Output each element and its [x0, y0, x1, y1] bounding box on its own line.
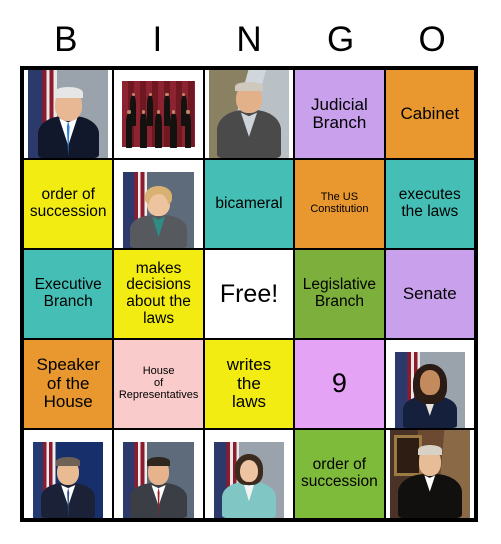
header-letter-g: G	[326, 20, 355, 59]
bingo-cell-text[interactable]: Cabinet	[384, 69, 475, 159]
header-letter-b: B	[54, 20, 78, 59]
photo-kamala-harris[interactable]	[384, 339, 475, 429]
photo-chief-justice-art	[385, 430, 474, 518]
bingo-cell-label: writes the laws	[226, 355, 272, 412]
photo-mike-johnson[interactable]	[113, 429, 204, 519]
bingo-cell-text[interactable]: Executive Branch	[23, 249, 114, 339]
bingo-cell-label: Speaker of the House	[36, 355, 100, 412]
photo-chuck-schumer-art	[204, 70, 294, 158]
bingo-cell-text[interactable]: executes the laws	[384, 159, 475, 249]
photo-mike-johnson-art	[114, 430, 203, 518]
bingo-cell-label: Free!	[219, 279, 279, 308]
photo-joe-biden-art	[24, 70, 113, 158]
bingo-header: B I N G O	[20, 18, 478, 62]
bingo-cell-text[interactable]: 9	[294, 339, 385, 429]
photo-antony-blinken-art	[24, 430, 113, 518]
bingo-grid: Judicial Branch Cabinet order of successio…	[20, 66, 478, 522]
photo-kamala-harris-art	[385, 340, 474, 428]
bingo-cell-text[interactable]: writes the laws	[203, 339, 295, 429]
bingo-card: B I N G O Judicial Branch Cabinet order …	[0, 0, 501, 544]
bingo-cell-text[interactable]: makes decisions about the laws	[113, 249, 204, 339]
bingo-cell-label: Legislative Branch	[302, 276, 377, 310]
bingo-cell-label: Cabinet	[400, 103, 460, 123]
bingo-cell-label: Senate	[402, 283, 457, 303]
bingo-cell-label: Executive Branch	[34, 276, 102, 310]
photo-chuck-schumer[interactable]	[203, 69, 295, 159]
bingo-cell-text[interactable]: Judicial Branch	[294, 69, 385, 159]
photo-gina-raimondo-art	[204, 430, 294, 518]
bingo-cell-label: makes decisions about the laws	[126, 259, 191, 327]
bingo-cell-label: Judicial Branch	[311, 94, 368, 132]
photo-gina-raimondo[interactable]	[203, 429, 295, 519]
photo-chief-justice[interactable]	[384, 429, 475, 519]
header-letter-n: N	[236, 20, 262, 59]
bingo-cell-text[interactable]: order of succession	[23, 159, 114, 249]
bingo-cell-label: executes the laws	[398, 186, 461, 220]
photo-antony-blinken[interactable]	[23, 429, 114, 519]
bingo-cell-text[interactable]: Senate	[384, 249, 475, 339]
bingo-cell-text[interactable]: Free!	[203, 249, 295, 339]
bingo-cell-label: 9	[331, 368, 347, 399]
photo-patty-murray-art	[114, 160, 203, 248]
photo-joe-biden[interactable]	[23, 69, 114, 159]
bingo-cell-text[interactable]: Legislative Branch	[294, 249, 385, 339]
photo-supreme-court[interactable]	[113, 69, 204, 159]
header-letter-o: O	[418, 20, 446, 59]
bingo-cell-text[interactable]: Speaker of the House	[23, 339, 114, 429]
bingo-cell-label: The US Constitution	[310, 191, 369, 215]
photo-patty-murray[interactable]	[113, 159, 204, 249]
bingo-cell-label: House of Representatives	[118, 365, 199, 401]
photo-supreme-court-art	[114, 70, 203, 158]
bingo-cell-label: order of succession	[29, 186, 107, 220]
bingo-cell-text[interactable]: bicameral	[203, 159, 295, 249]
bingo-cell-text[interactable]: The US Constitution	[294, 159, 385, 249]
bingo-cell-text[interactable]: order of succession	[294, 429, 385, 519]
header-letter-i: I	[152, 20, 163, 59]
bingo-cell-text[interactable]: House of Representatives	[113, 339, 204, 429]
bingo-cell-label: order of succession	[301, 456, 378, 490]
bingo-cell-label: bicameral	[215, 194, 283, 212]
